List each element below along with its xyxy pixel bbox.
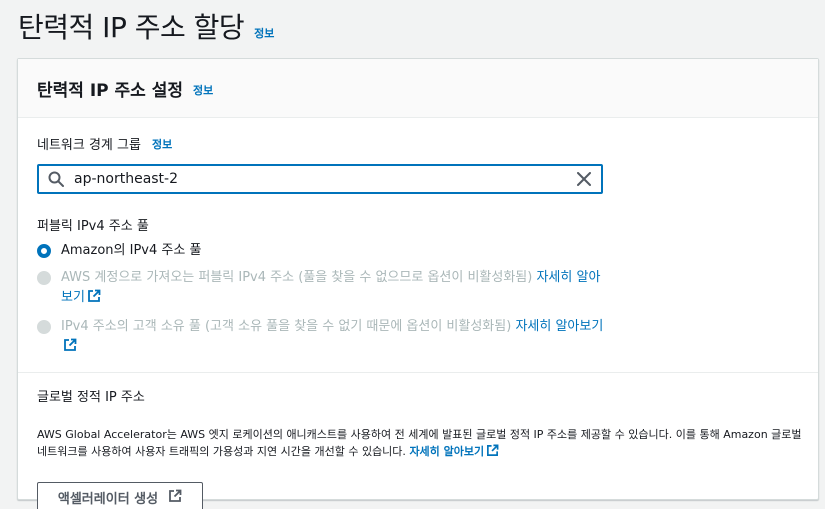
pool-option-text: AWS 계정으로 가져오는 퍼블릭 IPv4 주소 (풀을 찾을 수 없으므로 … [61,270,533,285]
learn-more-link[interactable]: 자세히 알아보기 [409,445,484,458]
panel-info-link[interactable]: 정보 [193,82,213,98]
learn-more-link-cont[interactable]: 보기 [61,290,85,305]
pool-option-coip: IPv4 주소의 고객 소유 풀 (고객 소유 풀을 찾을 수 없기 때문에 옵… [37,317,799,359]
section-divider [18,372,818,373]
network-border-group-info-link[interactable]: 정보 [152,136,172,152]
panel-title: 탄력적 IP 주소 설정 [37,80,184,101]
pool-option-label: IPv4 주소의 고객 소유 풀 (고객 소유 풀을 찾을 수 없기 때문에 옵… [61,317,603,359]
page-info-link[interactable]: 정보 [254,25,274,41]
network-border-group-label-row: 네트워크 경계 그룹 정보 [37,134,799,154]
pool-option-amazon[interactable]: Amazon의 IPv4 주소 풀 [37,241,799,261]
create-accelerator-button[interactable]: 액셀러레이터 생성 [37,482,203,509]
pool-option-label: AWS 계정으로 가져오는 퍼블릭 IPv4 주소 (풀을 찾을 수 없으므로 … [61,268,600,310]
search-icon [47,170,65,188]
external-link-icon [87,289,101,310]
close-icon[interactable] [575,170,593,188]
learn-more-link[interactable]: 자세히 알아 [536,270,600,285]
global-static-ip-section: 글로벌 정적 IP 주소 AWS Global Accelerator는 AWS… [18,386,818,509]
create-accelerator-label: 액셀러레이터 생성 [57,491,159,507]
network-border-group-search[interactable]: ap-northeast-2 [37,164,603,194]
learn-more-link[interactable]: 자세히 알아보기 [515,319,603,334]
radio-disabled [37,271,51,285]
page-title: 탄력적 IP 주소 할당 [18,11,245,44]
external-link-icon[interactable] [63,338,77,359]
network-border-group-input[interactable]: ap-northeast-2 [74,171,575,187]
network-border-group-label: 네트워크 경계 그룹 [37,138,141,153]
global-static-ip-title: 글로벌 정적 IP 주소 [37,390,145,405]
global-static-ip-description: AWS Global Accelerator는 AWS 엣지 로케이션의 애니캐… [37,426,805,462]
network-border-group-section: 네트워크 경계 그룹 정보 ap-northeast-2 퍼블릭 IPv4 주소… [18,134,818,359]
elastic-ip-settings-panel: 탄력적 IP 주소 설정 정보 네트워크 경계 그룹 정보 ap-northea… [17,58,819,509]
external-link-icon [486,444,499,462]
radio-selected[interactable] [37,244,51,258]
pool-option-label: Amazon의 IPv4 주소 풀 [61,243,202,258]
panel-header: 탄력적 IP 주소 설정 정보 [18,59,818,118]
external-link-icon [168,488,182,507]
radio-disabled [37,320,51,334]
pool-option-byoip: AWS 계정으로 가져오는 퍼블릭 IPv4 주소 (풀을 찾을 수 없으므로 … [37,268,799,310]
page-header: 탄력적 IP 주소 할당 정보 [18,6,274,46]
pool-option-text: IPv4 주소의 고객 소유 풀 (고객 소유 풀을 찾을 수 없기 때문에 옵… [61,319,512,334]
public-pool-label: 퍼블릭 IPv4 주소 풀 [37,219,149,234]
